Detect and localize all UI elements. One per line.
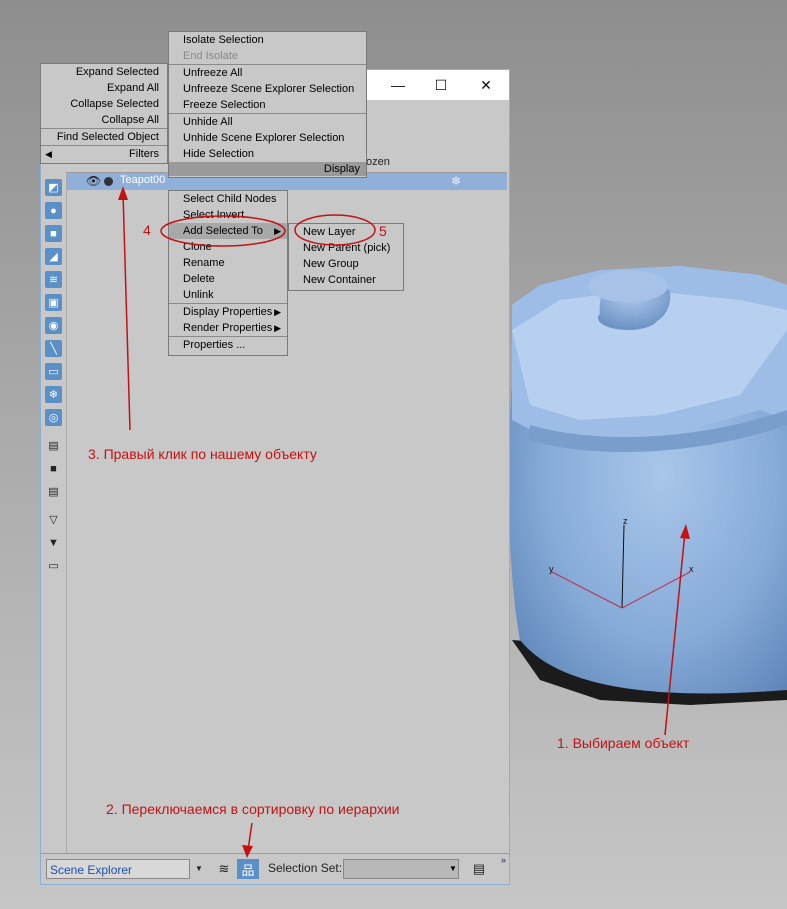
menu-item-delete[interactable]: Delete xyxy=(169,271,287,287)
frozen-icon[interactable]: ❄ xyxy=(45,386,62,403)
annotation-step3: 3. Правый клик по нашему объекту xyxy=(88,446,317,462)
annotation-step1: 1. Выбираем объект xyxy=(557,735,690,751)
menu-item-clone[interactable]: Clone xyxy=(169,239,287,255)
xref-icon[interactable]: ◉ xyxy=(45,317,62,334)
annotation-step4: 4 xyxy=(143,222,151,238)
selection-set-dropdown[interactable] xyxy=(343,859,459,879)
menu-item-render-properties[interactable]: Render Properties ▶ xyxy=(169,320,287,336)
filter-funnel-icon[interactable]: ▼ xyxy=(45,534,62,551)
group-icon[interactable]: ▣ xyxy=(45,294,62,311)
object-name[interactable]: Teapot00 xyxy=(120,174,165,186)
bottom-bar: Scene Explorer ▼ ≋ 品 Selection Set: ▼ ▤ … xyxy=(41,853,509,884)
menu-item-expand-all[interactable]: Expand All xyxy=(41,80,167,96)
chevron-down-icon[interactable]: ▼ xyxy=(192,859,206,879)
menu-section-display: Display xyxy=(169,162,366,176)
menu-item-collapse-all[interactable]: Collapse All xyxy=(41,112,167,128)
menu-item-new-container[interactable]: New Container xyxy=(289,272,403,288)
menu-item-filters[interactable]: ◀ Filters xyxy=(41,146,167,162)
menu-item-filters-label: Filters xyxy=(129,148,159,160)
svg-text:z: z xyxy=(623,516,628,526)
menu-item-new-group[interactable]: New Group xyxy=(289,256,403,272)
selection-set-editor-button[interactable]: ▤ xyxy=(468,859,490,879)
helper-icon[interactable]: ◢ xyxy=(45,248,62,265)
filter-icon[interactable]: ▽ xyxy=(45,511,62,528)
triangle-right-icon: ▶ xyxy=(274,323,281,333)
snowflake-icon[interactable]: ❄ xyxy=(451,174,461,188)
menu-item-hide-selection[interactable]: Hide Selection xyxy=(169,146,366,162)
left-quad-menu: Expand Selected Expand All Collapse Sele… xyxy=(40,63,168,164)
menu-item-rename[interactable]: Rename xyxy=(169,255,287,271)
maximize-button[interactable]: ☐ xyxy=(424,70,458,100)
triangle-right-icon: ▶ xyxy=(274,307,281,317)
menu-item-select-invert[interactable]: Select Invert xyxy=(169,207,287,223)
menu-item-properties[interactable]: Properties ... xyxy=(169,337,287,353)
close-button[interactable]: ✕ xyxy=(469,70,503,100)
display-none-icon[interactable]: ■ xyxy=(45,460,62,477)
display-all-icon[interactable]: ▤ xyxy=(45,437,62,454)
display-quad-menu: Isolate Selection End Isolate Unfreeze A… xyxy=(168,31,367,178)
menu-item-find-selected-object[interactable]: Find Selected Object xyxy=(41,129,167,145)
context-menu: Select Child Nodes Select Invert Add Sel… xyxy=(168,190,288,356)
menu-item-display-properties-label: Display Properties xyxy=(183,306,273,318)
explorer-selector[interactable]: Scene Explorer xyxy=(46,859,190,879)
menu-item-add-selected-to[interactable]: Add Selected To ▶ xyxy=(169,223,287,239)
menu-item-unhide-all[interactable]: Unhide All xyxy=(169,114,366,130)
column-frozen[interactable]: ozen xyxy=(366,156,390,168)
chevron-down-icon[interactable]: ▼ xyxy=(449,864,457,873)
display-invert-icon[interactable]: ▤ xyxy=(45,483,62,500)
bone-icon[interactable]: ╲ xyxy=(45,340,62,357)
sort-by-layer-button[interactable]: ≋ xyxy=(213,859,235,879)
selection-set-label: Selection Set: xyxy=(268,861,343,875)
annotation-step2: 2. Переключаемся в сортировку по иерархи… xyxy=(106,801,400,817)
triangle-right-icon: ▶ xyxy=(274,226,281,236)
render-dot-icon[interactable] xyxy=(104,177,113,186)
menu-item-unfreeze-all[interactable]: Unfreeze All xyxy=(169,65,366,81)
expand-chevron-icon[interactable]: » xyxy=(501,855,506,865)
eye-icon[interactable]: 👁 xyxy=(86,174,101,188)
spacewarp-icon[interactable]: ≋ xyxy=(45,271,62,288)
minimize-button[interactable]: — xyxy=(381,70,415,100)
triangle-left-icon: ◀ xyxy=(45,149,52,159)
light-icon[interactable]: ● xyxy=(45,202,62,219)
filter-toolbar: ◩ ● ■ ◢ ≋ ▣ ◉ ╲ ▭ ❄ ◎ ▤ ■ ▤ ▽ ▼ ▭ xyxy=(41,173,67,853)
hidden-icon[interactable]: ◎ xyxy=(45,409,62,426)
menu-item-end-isolate[interactable]: End Isolate xyxy=(169,48,366,64)
menu-item-isolate-selection[interactable]: Isolate Selection xyxy=(169,32,366,48)
menu-item-collapse-selected[interactable]: Collapse Selected xyxy=(41,96,167,112)
sync-selection-icon[interactable]: ▭ xyxy=(45,557,62,574)
annotation-step5: 5 xyxy=(379,223,387,239)
menu-item-unlink[interactable]: Unlink xyxy=(169,287,287,303)
menu-item-add-selected-to-label: Add Selected To xyxy=(183,225,263,237)
menu-item-render-properties-label: Render Properties xyxy=(183,322,273,334)
camera-icon[interactable]: ■ xyxy=(45,225,62,242)
menu-item-freeze-selection[interactable]: Freeze Selection xyxy=(169,97,366,113)
geometry-icon[interactable]: ◩ xyxy=(45,179,62,196)
svg-text:y: y xyxy=(549,564,554,574)
menu-item-display-properties[interactable]: Display Properties ▶ xyxy=(169,304,287,320)
menu-item-unhide-explorer-selection[interactable]: Unhide Scene Explorer Selection xyxy=(169,130,366,146)
container-icon[interactable]: ▭ xyxy=(45,363,62,380)
svg-text:x: x xyxy=(689,564,694,574)
menu-item-new-parent[interactable]: New Parent (pick) xyxy=(289,240,403,256)
sort-by-hierarchy-button[interactable]: 品 xyxy=(237,859,259,879)
menu-item-select-child-nodes[interactable]: Select Child Nodes xyxy=(169,191,287,207)
menu-item-unfreeze-explorer-selection[interactable]: Unfreeze Scene Explorer Selection xyxy=(169,81,366,97)
menu-item-expand-selected[interactable]: Expand Selected xyxy=(41,64,167,80)
